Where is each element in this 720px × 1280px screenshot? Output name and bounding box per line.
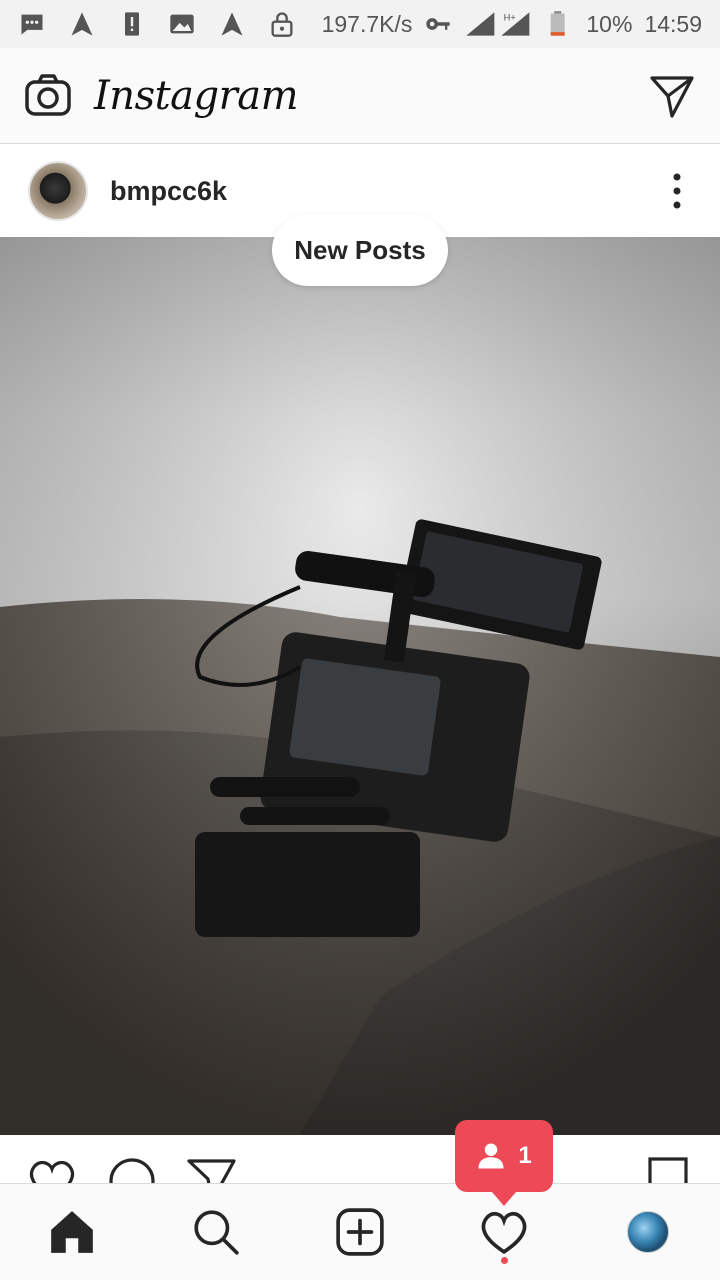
- share-icon[interactable]: [186, 1155, 238, 1183]
- status-bar: 197.7K/s H+ 10% 14:59: [0, 0, 720, 48]
- more-vertical-icon: [673, 173, 681, 209]
- new-posts-button[interactable]: New Posts: [272, 214, 448, 286]
- search-icon: [194, 1210, 239, 1255]
- network-type-label: H+: [504, 13, 516, 23]
- post-photo[interactable]: [0, 237, 720, 1135]
- instagram-logo: Instagram: [94, 72, 299, 119]
- activity-count: 1: [518, 1142, 532, 1169]
- activity-dot: [500, 1257, 508, 1264]
- post-actions: [0, 1135, 720, 1183]
- nav-add[interactable]: [320, 1192, 400, 1272]
- activity-notification[interactable]: 1: [455, 1120, 553, 1206]
- status-icons-right: 197.7K/s H+ 10% 14:59: [322, 10, 702, 38]
- bottom-navigation: [0, 1183, 720, 1280]
- nav-home[interactable]: [32, 1192, 112, 1272]
- lock-icon: [268, 10, 296, 38]
- profile-avatar: [627, 1211, 669, 1253]
- person-icon: [478, 1143, 504, 1169]
- heart-icon: [481, 1211, 527, 1254]
- image-icon: [168, 10, 196, 38]
- camera-icon: [25, 73, 71, 116]
- camera-rig-image: [0, 237, 720, 1135]
- nav-arrow-icon: [68, 10, 96, 38]
- nav-arrow-icon: [218, 10, 246, 38]
- nav-profile[interactable]: [608, 1192, 688, 1272]
- direct-message-button[interactable]: [646, 70, 698, 122]
- comment-icon[interactable]: [106, 1155, 158, 1183]
- battery-level: 10%: [586, 10, 633, 37]
- camera-button[interactable]: [22, 70, 74, 122]
- network-speed: 197.7K/s: [321, 10, 413, 37]
- alert-icon: [118, 10, 146, 38]
- bookmark-icon[interactable]: [642, 1155, 694, 1183]
- like-icon[interactable]: [26, 1155, 78, 1183]
- message-icon: [18, 10, 46, 38]
- signal-icon: H+: [464, 10, 534, 38]
- post-username[interactable]: bmpcc6k: [110, 176, 227, 207]
- nav-search[interactable]: [176, 1192, 256, 1272]
- home-icon: [51, 1211, 93, 1253]
- paper-plane-icon: [650, 75, 694, 118]
- status-icons-left: [18, 10, 296, 38]
- post-avatar[interactable]: [28, 161, 88, 221]
- clock: 14:59: [644, 10, 702, 37]
- add-icon: [336, 1208, 384, 1256]
- key-icon: [424, 10, 452, 38]
- app-header: Instagram: [0, 48, 720, 144]
- more-options-button[interactable]: [662, 166, 692, 216]
- battery-icon: [546, 10, 574, 38]
